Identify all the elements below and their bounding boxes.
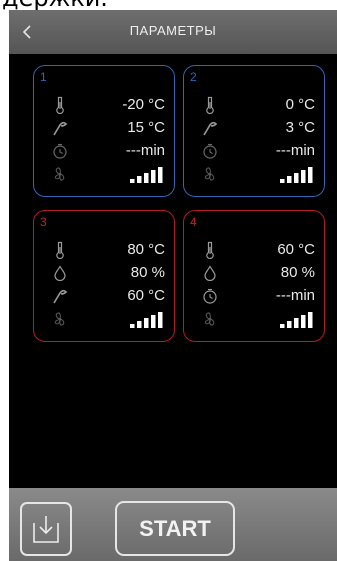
- fan-speed-indicator: [129, 166, 163, 189]
- fan-speed-indicator: [129, 311, 163, 334]
- program-number: 2: [190, 70, 197, 84]
- save-download-icon: [33, 516, 59, 543]
- time-value: ---min: [125, 142, 165, 159]
- humidity-drop-icon: [201, 264, 219, 282]
- program-card-4[interactable]: 4 60 °C 80 % ---min: [183, 210, 325, 342]
- humidity-value: 80 %: [280, 264, 315, 281]
- cropped-heading-text: держки.: [2, 0, 108, 10]
- fan-speed-indicator: [279, 311, 313, 334]
- time-value: ---min: [275, 287, 315, 304]
- program-row: 80 %: [34, 262, 174, 284]
- core-temperature-value: 3 °C: [285, 119, 315, 136]
- fan-icon: [51, 310, 69, 328]
- program-row: ---min: [184, 285, 324, 307]
- program-row: 15 °C: [34, 117, 174, 139]
- thermometer-icon: [201, 241, 219, 259]
- program-card-1[interactable]: 1 -20 °C 15 °C ---min: [33, 65, 175, 197]
- chamber-temperature-value: 60 °C: [277, 241, 315, 258]
- thermometer-icon: [51, 96, 69, 114]
- timer-icon: [201, 287, 219, 305]
- page-title: ПАРАМЕТРЫ: [129, 23, 217, 38]
- core-temperature-value: 60 °C: [127, 287, 165, 304]
- chamber-temperature-value: -20 °C: [122, 96, 165, 113]
- footer-bar: START: [9, 488, 337, 561]
- program-row: 60 °C: [34, 285, 174, 307]
- fan-icon: [201, 310, 219, 328]
- chamber-temperature-value: 0 °C: [285, 96, 315, 113]
- program-row: 0 °C: [184, 94, 324, 116]
- program-number: 4: [190, 215, 197, 229]
- thermometer-icon: [51, 241, 69, 259]
- timer-icon: [51, 142, 69, 160]
- program-number: 3: [40, 215, 47, 229]
- start-button[interactable]: START: [115, 501, 235, 556]
- core-probe-icon: [201, 119, 219, 137]
- fan-speed-indicator: [279, 166, 313, 189]
- cropped-heading: держки.: [0, 0, 337, 10]
- program-row: [34, 163, 174, 185]
- program-row: 80 °C: [34, 239, 174, 261]
- time-value: ---min: [275, 142, 315, 159]
- humidity-drop-icon: [51, 264, 69, 282]
- program-row: ---min: [34, 140, 174, 162]
- fan-icon: [51, 165, 69, 183]
- program-row: 80 %: [184, 262, 324, 284]
- program-row: ---min: [184, 140, 324, 162]
- program-number: 1: [40, 70, 47, 84]
- chamber-temperature-value: 80 °C: [127, 241, 165, 258]
- program-row: [184, 308, 324, 330]
- program-row: [184, 163, 324, 185]
- program-row: 60 °C: [184, 239, 324, 261]
- program-row: 3 °C: [184, 117, 324, 139]
- header-bar: ПАРАМЕТРЫ: [9, 10, 337, 54]
- core-probe-icon: [51, 119, 69, 137]
- save-button[interactable]: [20, 502, 72, 556]
- program-card-3[interactable]: 3 80 °C 80 % 60 °C: [33, 210, 175, 342]
- device-screen: ПАРАМЕТРЫ 1 -20 °C 15 °C ---min 2 0 °C 3…: [9, 10, 337, 561]
- program-row: -20 °C: [34, 94, 174, 116]
- timer-icon: [201, 142, 219, 160]
- program-card-2[interactable]: 2 0 °C 3 °C ---min: [183, 65, 325, 197]
- humidity-value: 80 %: [130, 264, 165, 281]
- program-row: [34, 308, 174, 330]
- fan-icon: [201, 165, 219, 183]
- core-probe-icon: [51, 287, 69, 305]
- core-temperature-value: 15 °C: [127, 119, 165, 136]
- thermometer-icon: [201, 96, 219, 114]
